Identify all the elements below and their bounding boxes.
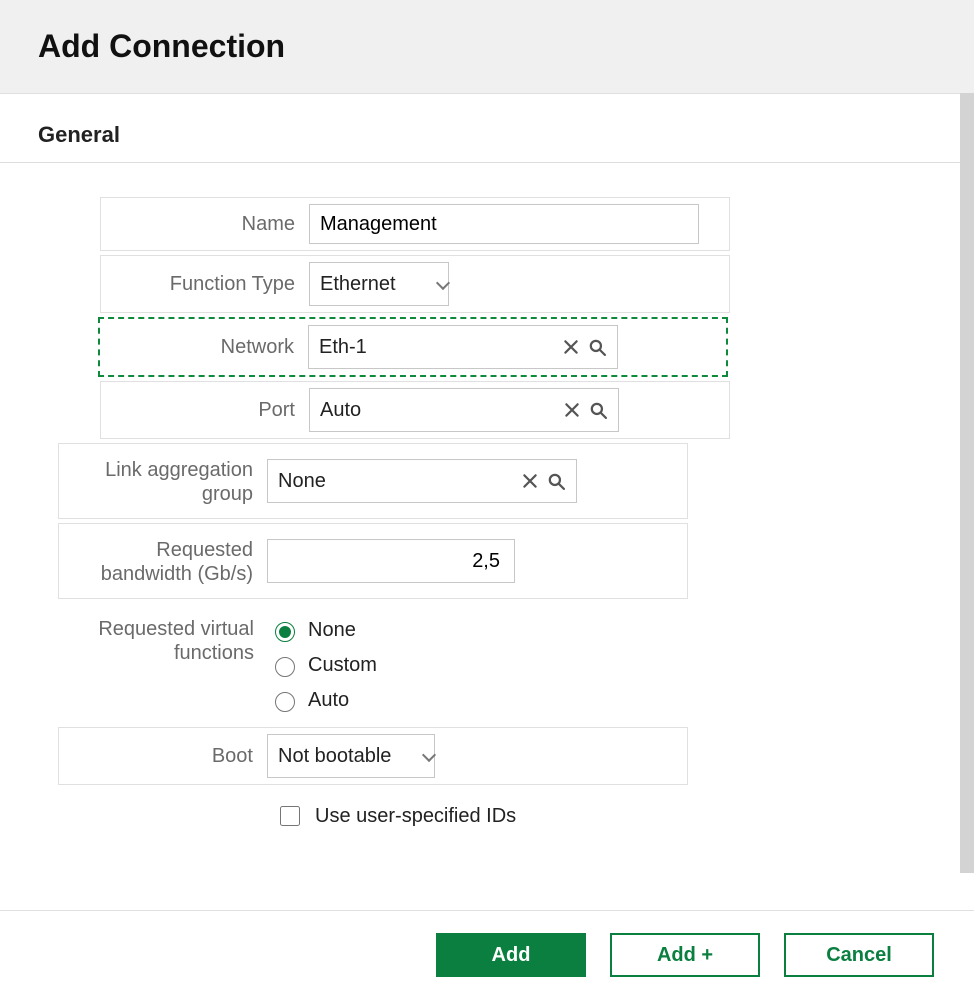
- vf-option-auto[interactable]: Auto: [270, 689, 377, 712]
- search-icon[interactable]: [544, 469, 568, 493]
- row-name: Name: [100, 197, 730, 251]
- vf-option-custom[interactable]: Custom: [270, 654, 377, 677]
- clear-icon[interactable]: [560, 398, 584, 422]
- cancel-button[interactable]: Cancel: [784, 933, 934, 977]
- clear-icon[interactable]: [518, 469, 542, 493]
- label-boot: Boot: [59, 728, 267, 784]
- add-button[interactable]: Add: [436, 933, 586, 977]
- dialog-footer: Add Add + Cancel: [0, 910, 974, 999]
- vf-label-custom: Custom: [308, 654, 377, 677]
- label-function-type: Function Type: [101, 256, 309, 312]
- row-network: Network Eth-1: [98, 317, 728, 377]
- name-input[interactable]: [309, 204, 699, 244]
- port-lookup[interactable]: Auto: [309, 388, 619, 432]
- boot-select[interactable]: Not bootable: [267, 734, 435, 778]
- search-icon[interactable]: [586, 398, 610, 422]
- dialog-title: Add Connection: [38, 28, 936, 65]
- boot-value: Not bootable: [278, 745, 414, 768]
- function-type-select[interactable]: Ethernet: [309, 262, 449, 306]
- add-plus-button[interactable]: Add +: [610, 933, 760, 977]
- label-network: Network: [100, 319, 308, 375]
- use-ids-checkbox-row[interactable]: Use user-specified IDs: [276, 803, 974, 829]
- vf-label-auto: Auto: [308, 689, 349, 712]
- row-function-type: Function Type Ethernet: [100, 255, 730, 313]
- port-value: Auto: [320, 399, 558, 422]
- row-bandwidth: Requested bandwidth (Gb/s): [58, 523, 688, 599]
- label-bandwidth: Requested bandwidth (Gb/s): [59, 524, 267, 598]
- row-port: Port Auto: [100, 381, 730, 439]
- bandwidth-input[interactable]: [267, 539, 515, 583]
- clear-icon[interactable]: [559, 335, 583, 359]
- vf-label-none: None: [308, 619, 356, 642]
- label-port: Port: [101, 382, 309, 438]
- network-value: Eth-1: [319, 336, 557, 359]
- label-name: Name: [101, 198, 309, 250]
- section-general-title: General: [0, 94, 974, 162]
- function-type-value: Ethernet: [320, 273, 428, 296]
- label-lag: Link aggregation group: [59, 444, 267, 518]
- use-ids-label: Use user-specified IDs: [315, 805, 516, 828]
- vf-option-none[interactable]: None: [270, 619, 377, 642]
- vf-radio-auto[interactable]: [275, 692, 295, 712]
- row-lag: Link aggregation group None: [58, 443, 688, 519]
- form-area: Name Function Type Ethernet Network Eth-…: [0, 163, 974, 910]
- dialog-header: Add Connection: [0, 0, 974, 94]
- lag-lookup[interactable]: None: [267, 459, 577, 503]
- scrollbar[interactable]: [960, 93, 974, 873]
- vf-radio-none[interactable]: [275, 622, 295, 642]
- use-ids-checkbox[interactable]: [280, 806, 300, 826]
- network-lookup[interactable]: Eth-1: [308, 325, 618, 369]
- lag-value: None: [278, 470, 516, 493]
- search-icon[interactable]: [585, 335, 609, 359]
- vf-radio-custom[interactable]: [275, 657, 295, 677]
- label-virtual-functions: Requested virtual functions: [60, 603, 268, 723]
- add-connection-dialog: Add Connection General Name Function Typ…: [0, 0, 974, 999]
- row-boot: Boot Not bootable: [58, 727, 688, 785]
- row-virtual-functions: Requested virtual functions None Custom …: [60, 603, 690, 723]
